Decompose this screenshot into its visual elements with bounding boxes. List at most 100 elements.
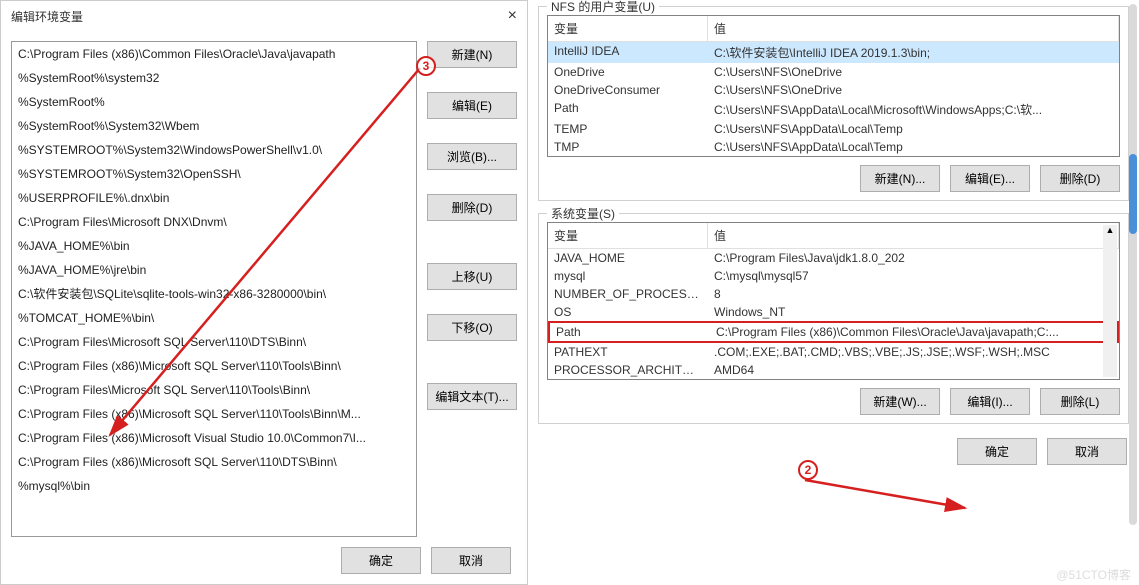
path-list-item[interactable]: %SYSTEMROOT%\System32\WindowsPowerShell\… — [12, 138, 416, 162]
table-row[interactable]: IntelliJ IDEAC:\软件安装包\IntelliJ IDEA 2019… — [548, 42, 1119, 63]
edit-env-var-dialog: 编辑环境变量 × C:\Program Files (x86)\Common F… — [0, 0, 528, 585]
cell-value: C:\mysql\mysql57 — [708, 267, 1119, 285]
path-list-item[interactable]: C:\Program Files (x86)\Microsoft SQL Ser… — [12, 354, 416, 378]
env-vars-panel: NFS 的用户变量(U) 变量 值 IntelliJ IDEAC:\软件安装包\… — [528, 0, 1139, 585]
table-row[interactable]: PROCESSOR_ARCHITECT...AMD64 — [548, 361, 1119, 379]
scroll-up-icon[interactable]: ▲ — [1103, 225, 1117, 235]
path-list-item[interactable]: C:\软件安装包\SQLite\sqlite-tools-win32-x86-3… — [12, 282, 416, 306]
cell-value: C:\Users\NFS\OneDrive — [708, 63, 1119, 81]
path-list-item[interactable]: C:\Program Files\Microsoft SQL Server\11… — [12, 378, 416, 402]
scrollbar[interactable]: ▲ — [1103, 225, 1117, 377]
table-header: 变量 值 — [548, 16, 1119, 42]
cell-name: JAVA_HOME — [548, 249, 708, 267]
move-down-button[interactable]: 下移(O) — [427, 314, 517, 341]
table-row[interactable]: NUMBER_OF_PROCESSORS8 — [548, 285, 1119, 303]
ok-button[interactable]: 确定 — [341, 547, 421, 574]
user-delete-button[interactable]: 删除(D) — [1040, 165, 1120, 192]
delete-button[interactable]: 删除(D) — [427, 194, 517, 221]
table-row[interactable]: TMPC:\Users\NFS\AppData\Local\Temp — [548, 138, 1119, 156]
panel-cancel-button[interactable]: 取消 — [1047, 438, 1127, 465]
path-list-item[interactable]: %JAVA_HOME%\bin — [12, 234, 416, 258]
cell-value: AMD64 — [708, 361, 1119, 379]
table-row[interactable]: OneDriveConsumerC:\Users\NFS\OneDrive — [548, 81, 1119, 99]
edit-button[interactable]: 编辑(E) — [427, 92, 517, 119]
dialog-titlebar: 编辑环境变量 × — [1, 1, 527, 31]
sys-vars-fieldset: 系统变量(S) 变量 值 JAVA_HOMEC:\Program Files\J… — [538, 213, 1129, 424]
col-header-value[interactable]: 值 — [708, 223, 1119, 248]
dialog-title: 编辑环境变量 — [11, 8, 83, 25]
cell-name: mysql — [548, 267, 708, 285]
user-vars-title: NFS 的用户变量(U) — [547, 0, 659, 15]
dialog-bottom-buttons: 确定 取消 — [1, 537, 527, 584]
path-list-item[interactable]: C:\Program Files (x86)\Microsoft Visual … — [12, 426, 416, 450]
new-button[interactable]: 新建(N) — [427, 41, 517, 68]
user-edit-button[interactable]: 编辑(E)... — [950, 165, 1030, 192]
user-vars-table[interactable]: 变量 值 IntelliJ IDEAC:\软件安装包\IntelliJ IDEA… — [547, 15, 1120, 157]
table-row[interactable]: mysqlC:\mysql\mysql57 — [548, 267, 1119, 285]
cell-value: C:\Program Files (x86)\Common Files\Orac… — [710, 323, 1117, 341]
cell-value: C:\Users\NFS\AppData\Local\Temp — [708, 138, 1119, 156]
cell-name: TEMP — [548, 120, 708, 138]
cell-name: PROCESSOR_ARCHITECT... — [548, 361, 708, 379]
sys-new-button[interactable]: 新建(W)... — [860, 388, 940, 415]
cell-name: OS — [548, 303, 708, 321]
col-header-name[interactable]: 变量 — [548, 223, 708, 248]
cell-value: C:\Users\NFS\AppData\Local\Microsoft\Win… — [708, 99, 1119, 120]
table-row[interactable]: TEMPC:\Users\NFS\AppData\Local\Temp — [548, 120, 1119, 138]
cell-value: Windows_NT — [708, 303, 1119, 321]
path-list-item[interactable]: %mysql%\bin — [12, 474, 416, 498]
cell-name: IntelliJ IDEA — [548, 42, 708, 63]
path-list-item[interactable]: %SystemRoot%\system32 — [12, 66, 416, 90]
path-list-item[interactable]: C:\Program Files (x86)\Microsoft SQL Ser… — [12, 402, 416, 426]
cell-value: C:\Program Files\Java\jdk1.8.0_202 — [708, 249, 1119, 267]
cell-name: Path — [548, 99, 708, 120]
cell-name: NUMBER_OF_PROCESSORS — [548, 285, 708, 303]
path-button-column: 新建(N) 编辑(E) 浏览(B)... 删除(D) 上移(U) 下移(O) 编… — [427, 41, 517, 537]
sys-edit-button[interactable]: 编辑(I)... — [950, 388, 1030, 415]
table-row[interactable]: OneDriveC:\Users\NFS\OneDrive — [548, 63, 1119, 81]
sys-delete-button[interactable]: 删除(L) — [1040, 388, 1120, 415]
cell-value: C:\软件安装包\IntelliJ IDEA 2019.1.3\bin; — [708, 42, 1119, 63]
cell-value: C:\Users\NFS\OneDrive — [708, 81, 1119, 99]
move-up-button[interactable]: 上移(U) — [427, 263, 517, 290]
user-new-button[interactable]: 新建(N)... — [860, 165, 940, 192]
path-list-item[interactable]: %USERPROFILE%\.dnx\bin — [12, 186, 416, 210]
path-list-item[interactable]: %SystemRoot% — [12, 90, 416, 114]
scrollbar-thumb[interactable] — [1129, 154, 1137, 234]
cell-value: 8 — [708, 285, 1119, 303]
sys-vars-title: 系统变量(S) — [547, 205, 619, 222]
cell-value: C:\Users\NFS\AppData\Local\Temp — [708, 120, 1119, 138]
edit-text-button[interactable]: 编辑文本(T)... — [427, 383, 517, 410]
path-list-item[interactable]: %TOMCAT_HOME%\bin\ — [12, 306, 416, 330]
table-row[interactable]: PathC:\Users\NFS\AppData\Local\Microsoft… — [548, 99, 1119, 120]
sys-vars-table[interactable]: 变量 值 JAVA_HOMEC:\Program Files\Java\jdk1… — [547, 222, 1120, 380]
table-row[interactable]: PathC:\Program Files (x86)\Common Files\… — [548, 321, 1119, 343]
path-list-item[interactable]: %JAVA_HOME%\jre\bin — [12, 258, 416, 282]
col-header-name[interactable]: 变量 — [548, 16, 708, 41]
browse-button[interactable]: 浏览(B)... — [427, 143, 517, 170]
path-list-item[interactable]: C:\Program Files\Microsoft DNX\Dnvm\ — [12, 210, 416, 234]
table-row[interactable]: PATHEXT.COM;.EXE;.BAT;.CMD;.VBS;.VBE;.JS… — [548, 343, 1119, 361]
path-list-item[interactable]: C:\Program Files (x86)\Common Files\Orac… — [12, 42, 416, 66]
path-list-item[interactable]: %SYSTEMROOT%\System32\OpenSSH\ — [12, 162, 416, 186]
close-icon[interactable]: × — [508, 7, 517, 25]
path-list[interactable]: C:\Program Files (x86)\Common Files\Orac… — [11, 41, 417, 537]
cell-name: TMP — [548, 138, 708, 156]
col-header-value[interactable]: 值 — [708, 16, 1119, 41]
path-list-item[interactable]: C:\Program Files\Microsoft SQL Server\11… — [12, 330, 416, 354]
panel-scrollbar[interactable] — [1129, 4, 1137, 525]
path-list-item[interactable]: C:\Program Files (x86)\Microsoft SQL Ser… — [12, 450, 416, 474]
panel-ok-button[interactable]: 确定 — [957, 438, 1037, 465]
cell-value: .COM;.EXE;.BAT;.CMD;.VBS;.VBE;.JS;.JSE;.… — [708, 343, 1119, 361]
cell-name: PATHEXT — [548, 343, 708, 361]
path-list-item[interactable]: %SystemRoot%\System32\Wbem — [12, 114, 416, 138]
table-header: 变量 值 — [548, 223, 1119, 249]
cell-name: OneDriveConsumer — [548, 81, 708, 99]
cell-name: Path — [550, 323, 710, 341]
user-vars-fieldset: NFS 的用户变量(U) 变量 值 IntelliJ IDEAC:\软件安装包\… — [538, 6, 1129, 201]
watermark: @51CTO博客 — [1056, 566, 1131, 583]
cell-name: OneDrive — [548, 63, 708, 81]
table-row[interactable]: OSWindows_NT — [548, 303, 1119, 321]
table-row[interactable]: JAVA_HOMEC:\Program Files\Java\jdk1.8.0_… — [548, 249, 1119, 267]
cancel-button[interactable]: 取消 — [431, 547, 511, 574]
